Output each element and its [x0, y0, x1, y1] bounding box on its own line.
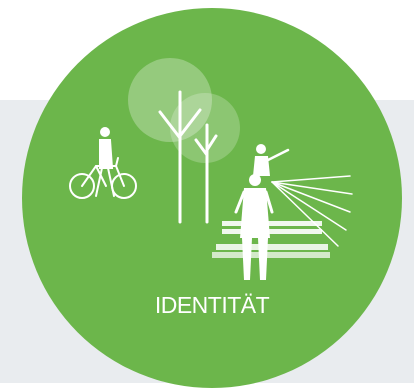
identity-label: IDENTITÄT — [154, 292, 270, 318]
identity-illustration — [69, 58, 353, 280]
tree-icon — [128, 58, 240, 224]
cyclist-icon — [69, 127, 137, 199]
father-child-icon — [234, 144, 290, 280]
sight-rays-icon — [271, 175, 353, 247]
bench-icon — [212, 221, 330, 258]
